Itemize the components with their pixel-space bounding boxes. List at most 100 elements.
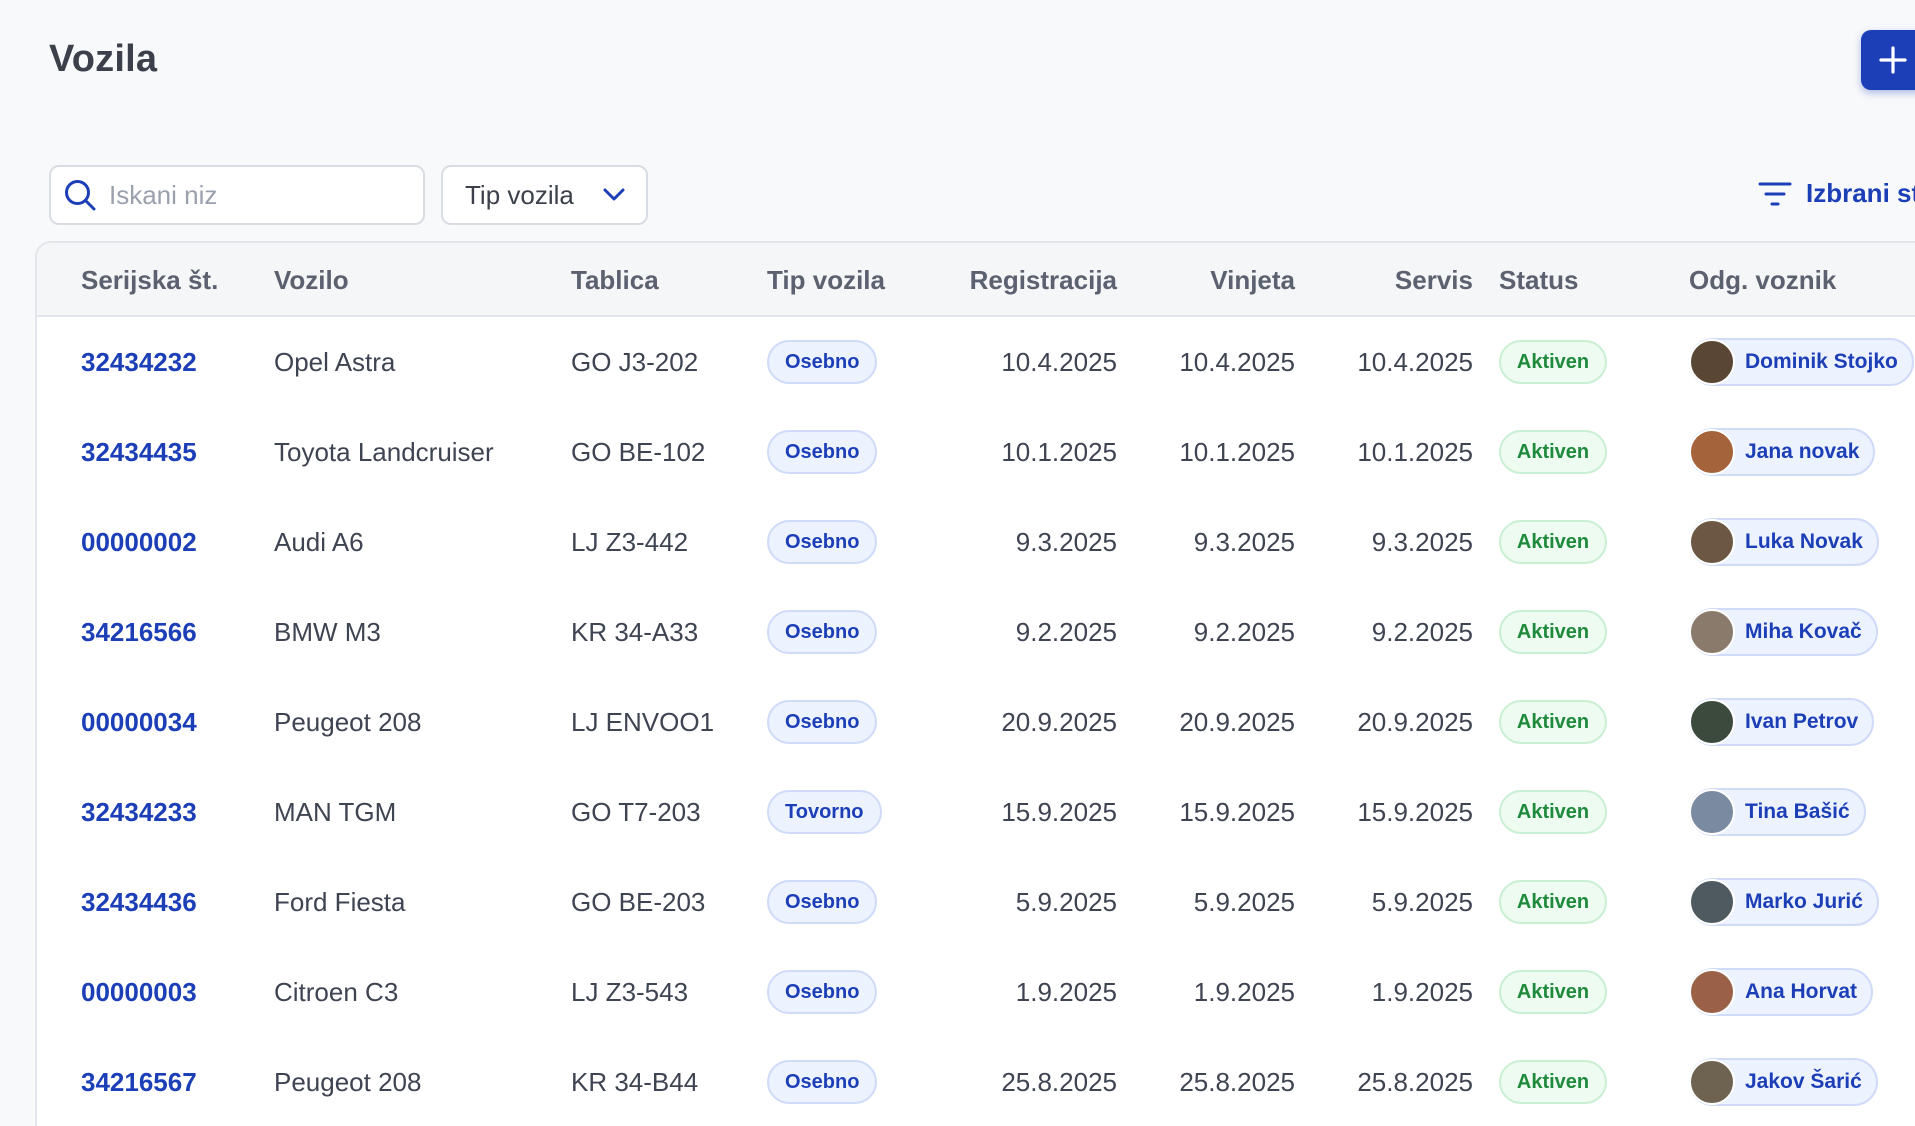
service-date: 9.2.2025 bbox=[1371, 617, 1473, 647]
registration-date: 15.9.2025 bbox=[1001, 797, 1117, 827]
avatar bbox=[1689, 519, 1735, 565]
driver-chip[interactable]: Marko Jurić bbox=[1689, 878, 1879, 926]
serial-number-link[interactable]: 32434436 bbox=[81, 857, 197, 947]
driver-chip[interactable]: Jakov Šarić bbox=[1689, 1058, 1878, 1106]
service-date: 1.9.2025 bbox=[1371, 977, 1473, 1007]
registration-date: 10.1.2025 bbox=[1001, 437, 1117, 467]
serial-number-link[interactable]: 34216567 bbox=[81, 1037, 197, 1126]
driver-chip[interactable]: Dominik Stojko bbox=[1689, 338, 1914, 386]
chevron-down-icon bbox=[603, 188, 625, 201]
license-plate: GO BE-203 bbox=[571, 887, 706, 917]
status-badge: Aktiven bbox=[1499, 880, 1607, 924]
selected-columns-button[interactable]: Izbrani st bbox=[1758, 178, 1915, 209]
vehicle-type-badge: Tovorno bbox=[767, 790, 882, 834]
avatar bbox=[1689, 429, 1735, 475]
service-date: 15.9.2025 bbox=[1357, 797, 1473, 827]
column-header-status[interactable]: Status bbox=[1499, 243, 1578, 317]
serial-number-link[interactable]: 00000034 bbox=[81, 677, 197, 767]
registration-date: 5.9.2025 bbox=[1015, 887, 1117, 917]
table-row[interactable]: 32434436 Ford Fiesta GO BE-203 Osebno 5.9.20… bbox=[37, 857, 1915, 947]
vehicle-name: Toyota Landcruiser bbox=[274, 437, 494, 467]
table-row[interactable]: 32434435 Toyota Landcruiser GO BE-102 Osebn… bbox=[37, 407, 1915, 497]
license-plate: KR 34-A33 bbox=[571, 617, 699, 647]
vehicle-type-dropdown[interactable]: Tip vozila bbox=[441, 165, 648, 225]
avatar bbox=[1689, 339, 1735, 385]
driver-chip[interactable]: Ana Horvat bbox=[1689, 968, 1874, 1016]
license-plate: GO J3-202 bbox=[571, 347, 699, 377]
vignette-date: 1.9.2025 bbox=[1193, 977, 1295, 1007]
column-header-plate[interactable]: Tablica bbox=[571, 243, 659, 317]
status-badge: Aktiven bbox=[1499, 610, 1607, 654]
service-date: 9.3.2025 bbox=[1371, 527, 1473, 557]
vehicle-type-badge: Osebno bbox=[767, 700, 878, 744]
driver-chip[interactable]: Tina Bašić bbox=[1689, 788, 1866, 836]
driver-chip[interactable]: Luka Novak bbox=[1689, 518, 1879, 566]
serial-number-link[interactable]: 32434435 bbox=[81, 407, 197, 497]
avatar bbox=[1689, 699, 1735, 745]
vehicle-type-badge: Osebno bbox=[767, 1060, 878, 1104]
registration-date: 9.2.2025 bbox=[1015, 617, 1117, 647]
status-badge: Aktiven bbox=[1499, 1060, 1607, 1104]
service-date: 5.9.2025 bbox=[1371, 887, 1473, 917]
driver-name: Ana Horvat bbox=[1745, 980, 1858, 1003]
vehicle-name: MAN TGM bbox=[274, 797, 397, 827]
table-row[interactable]: 00000003 Citroen C3 LJ Z3-543 Osebno 1.9.202… bbox=[37, 947, 1915, 1037]
serial-number-link[interactable]: 00000002 bbox=[81, 497, 197, 587]
avatar bbox=[1689, 789, 1735, 835]
vehicles-table: Serijska št. Vozilo Tablica Tip vozila R… bbox=[35, 241, 1915, 1126]
vehicle-name: Audi A6 bbox=[274, 527, 364, 557]
status-badge: Aktiven bbox=[1499, 340, 1607, 384]
driver-name: Luka Novak bbox=[1745, 530, 1863, 553]
column-header-service[interactable]: Servis bbox=[1295, 243, 1473, 317]
search-input[interactable] bbox=[109, 179, 389, 211]
vignette-date: 5.9.2025 bbox=[1193, 887, 1295, 917]
column-header-type[interactable]: Tip vozila bbox=[767, 243, 885, 317]
driver-name: Tina Bašić bbox=[1745, 800, 1850, 823]
license-plate: LJ ENVOO1 bbox=[571, 707, 715, 737]
table-header: Serijska št. Vozilo Tablica Tip vozila R… bbox=[37, 243, 1915, 317]
column-header-driver[interactable]: Odg. voznik bbox=[1689, 243, 1836, 317]
driver-chip[interactable]: Ivan Petrov bbox=[1689, 698, 1875, 746]
status-badge: Aktiven bbox=[1499, 430, 1607, 474]
add-vehicle-button[interactable] bbox=[1861, 30, 1915, 90]
license-plate: LJ Z3-543 bbox=[571, 977, 689, 1007]
vehicle-type-badge: Osebno bbox=[767, 970, 878, 1014]
plus-icon bbox=[1879, 46, 1907, 74]
vehicle-type-badge: Osebno bbox=[767, 430, 878, 474]
column-header-serial[interactable]: Serijska št. bbox=[81, 243, 218, 317]
registration-date: 25.8.2025 bbox=[1001, 1067, 1117, 1097]
service-date: 10.4.2025 bbox=[1357, 347, 1473, 377]
table-row[interactable]: 32434232 Opel Astra GO J3-202 Osebno 10.4.20… bbox=[37, 317, 1915, 407]
license-plate: GO T7-203 bbox=[571, 797, 701, 827]
avatar bbox=[1689, 609, 1735, 655]
driver-chip[interactable]: Miha Kovač bbox=[1689, 608, 1878, 656]
column-header-registration[interactable]: Registracija bbox=[917, 243, 1117, 317]
driver-chip[interactable]: Jana novak bbox=[1689, 428, 1876, 476]
selected-columns-label: Izbrani st bbox=[1806, 178, 1915, 208]
table-row[interactable]: 00000002 Audi A6 LJ Z3-442 Osebno 9.3.2025 9.… bbox=[37, 497, 1915, 587]
avatar bbox=[1689, 879, 1735, 925]
registration-date: 10.4.2025 bbox=[1001, 347, 1117, 377]
license-plate: KR 34-B44 bbox=[571, 1067, 699, 1097]
search-field[interactable] bbox=[49, 165, 425, 225]
vehicle-name: Citroen C3 bbox=[274, 977, 399, 1007]
serial-number-link[interactable]: 32434233 bbox=[81, 767, 197, 857]
table-row[interactable]: 34216567 Peugeot 208 KR 34-B44 Osebno 25.8.2… bbox=[37, 1037, 1915, 1126]
column-header-vignette[interactable]: Vinjeta bbox=[1117, 243, 1295, 317]
serial-number-link[interactable]: 34216566 bbox=[81, 587, 197, 677]
vehicle-name: Peugeot 208 bbox=[274, 1067, 422, 1097]
vignette-date: 15.9.2025 bbox=[1179, 797, 1295, 827]
serial-number-link[interactable]: 00000003 bbox=[81, 947, 197, 1037]
service-date: 25.8.2025 bbox=[1357, 1067, 1473, 1097]
table-row[interactable]: 00000034 Peugeot 208 LJ ENVOO1 Osebno 20.9.2… bbox=[37, 677, 1915, 767]
avatar bbox=[1689, 1059, 1735, 1105]
vehicle-type-badge: Osebno bbox=[767, 610, 878, 654]
serial-number-link[interactable]: 32434232 bbox=[81, 317, 197, 407]
column-header-vehicle[interactable]: Vozilo bbox=[274, 243, 349, 317]
driver-name: Marko Jurić bbox=[1745, 890, 1863, 913]
table-row[interactable]: 34216566 BMW M3 KR 34-A33 Osebno 9.2.2025 9.2… bbox=[37, 587, 1915, 677]
registration-date: 1.9.2025 bbox=[1015, 977, 1117, 1007]
vehicle-name: Peugeot 208 bbox=[274, 707, 422, 737]
table-row[interactable]: 32434233 MAN TGM GO T7-203 Tovorno 15.9.2025… bbox=[37, 767, 1915, 857]
status-badge: Aktiven bbox=[1499, 970, 1607, 1014]
